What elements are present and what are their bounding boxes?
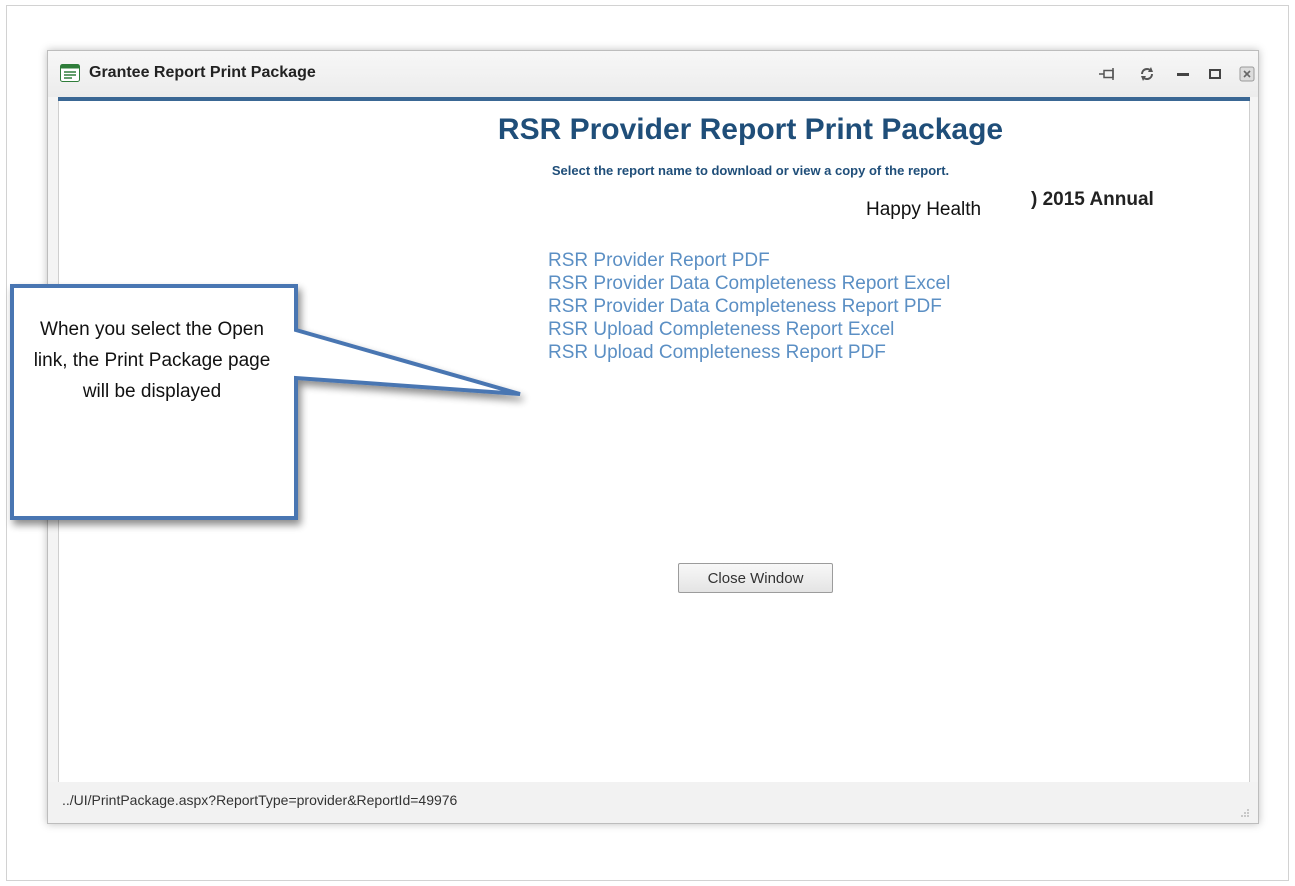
link-upload-completeness-pdf[interactable]: RSR Upload Completeness Report PDF [548,341,968,364]
document-icon [60,64,80,82]
report-links: RSR Provider Report PDF RSR Provider Dat… [548,249,968,364]
link-data-completeness-excel[interactable]: RSR Provider Data Completeness Report Ex… [548,272,968,295]
minimize-icon[interactable] [1174,65,1192,83]
page-title: RSR Provider Report Print Package [497,113,1004,146]
close-icon[interactable] [1238,65,1256,83]
pin-icon[interactable] [1098,65,1116,83]
callout-text: When you select the Open link, the Print… [33,319,271,402]
page-subtitle: Select the report name to download or vi… [551,163,950,178]
link-data-completeness-pdf[interactable]: RSR Provider Data Completeness Report PD… [548,295,968,318]
title-bar[interactable]: Grantee Report Print Package [48,51,1258,97]
refresh-icon[interactable] [1138,65,1156,83]
grantee-name: Happy Health [866,199,982,220]
close-window-button[interactable]: Close Window [678,563,833,593]
status-bar: ../UI/PrintPackage.aspx?ReportType=provi… [48,782,1258,823]
link-provider-report-pdf[interactable]: RSR Provider Report PDF [548,249,968,272]
maximize-icon[interactable] [1206,65,1224,83]
resize-grip-icon[interactable] [1240,805,1250,817]
status-url: ../UI/PrintPackage.aspx?ReportType=provi… [62,792,458,808]
report-period: ) 2015 Annual [1031,189,1154,210]
window-title: Grantee Report Print Package [89,64,316,81]
link-upload-completeness-excel[interactable]: RSR Upload Completeness Report Excel [548,318,968,341]
